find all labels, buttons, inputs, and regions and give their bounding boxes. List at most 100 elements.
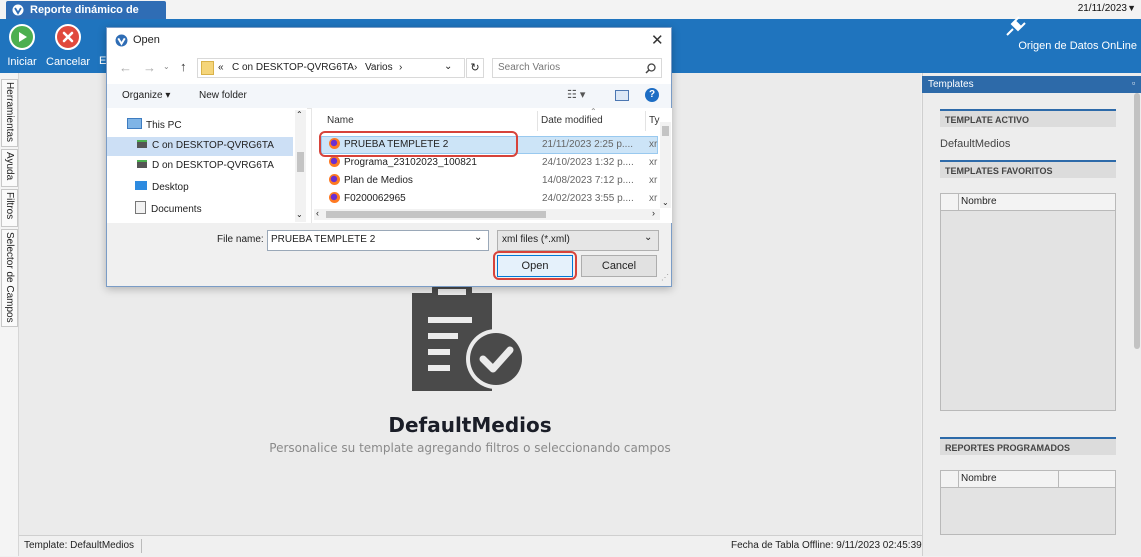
active-template-value: DefaultMedios [940,138,1011,150]
path-end-separator: › [399,62,403,73]
column-type[interactable]: Ty [649,115,660,126]
template-name-heading: DefaultMedios [388,413,552,437]
command-bar: Organize ▾ New folder ☷ ▾ ? [107,84,671,109]
file-row-type: xr [649,157,658,168]
play-icon [9,24,35,50]
nav-drive-c[interactable]: C on DESKTOP-QVRG6TA [137,140,274,151]
app-document-tab[interactable]: Reporte dinámico de medios [6,1,166,34]
file-row-type: xr [649,139,658,150]
file-row-name[interactable]: Plan de Medios [329,174,413,186]
nav-scrollbar[interactable]: ⌃ ⌄ [295,110,306,222]
dialog-bottom-area: File name: PRUEBA TEMPLETE 2 ⌄ xml files… [107,223,671,286]
scheduled-name-column[interactable]: Nombre [961,473,997,484]
file-row-name[interactable]: Programa_23102023_100821 [329,156,477,168]
network-drive-icon [137,160,147,168]
nav-this-pc[interactable]: This PC [127,118,182,131]
active-template-header: TEMPLATE ACTIVO [940,109,1116,127]
back-arrow-icon[interactable]: ← [119,60,132,75]
file-type-select[interactable]: xml files (*.xml) ⌄ [497,230,659,251]
filter-arrow-icon[interactable]: ▼ [1127,3,1136,13]
file-type-dropdown-icon[interactable]: ⌄ [644,232,652,243]
search-box[interactable]: Search Varios [492,58,662,78]
file-row-date: 14/08/2023 7:12 p.... [542,175,634,186]
nav-drive-d[interactable]: D on DESKTOP-QVRG6TA [137,160,274,171]
help-icon[interactable]: ? [645,88,659,102]
favorites-name-column[interactable]: Nombre [961,196,997,207]
panel-scrollbar[interactable] [1134,93,1140,349]
file-list: Name Date modified ⌃ Ty PRUEBA TEMPLETE … [311,107,672,223]
status-bar: Template: DefaultMedios Fecha de Tabla O… [19,535,922,557]
forward-arrow-icon[interactable]: → [143,60,156,75]
resize-grip[interactable]: ⋰ [661,273,669,282]
computer-icon [127,118,142,129]
start-button[interactable]: Iniciar [0,24,44,68]
file-name-input[interactable]: PRUEBA TEMPLETE 2 ⌄ [267,230,489,251]
app-logo-icon [12,4,24,16]
highlight-open-button [493,251,577,280]
panel-pin-icon[interactable]: ▫ [1132,78,1135,88]
cancel-button[interactable]: Cancel [581,255,657,277]
path-folder[interactable]: Varios [365,62,393,73]
organize-button[interactable]: Organize ▾ [122,90,170,101]
document-tab-strip [0,0,1141,20]
path-drive[interactable]: C on DESKTOP-QVRG6TA [232,62,354,73]
refresh-icon[interactable]: ↻ [466,58,484,78]
path-separator: › [354,62,358,73]
cancel-toolbar-button[interactable]: Cancelar [46,24,90,68]
top-date: 21/11/2023 [1077,3,1127,14]
file-list-horizontal-scrollbar[interactable]: ‹ › [314,208,660,220]
template-hint-text: Personalice su template agregando filtro… [269,441,671,455]
cancel-toolbar-label: Cancelar [46,56,91,68]
address-bar[interactable]: « C on DESKTOP-QVRG6TA › Varios › ⌄ [197,58,465,78]
file-list-vertical-scrollbar[interactable]: ⌄ [660,122,671,208]
sort-indicator-icon: ⌃ [590,107,597,116]
tab-herramientas[interactable]: Herramientas [1,79,18,147]
data-origin-button[interactable]: Origen de Datos OnLine [1018,40,1137,52]
preview-pane-icon[interactable] [615,90,629,101]
start-button-label: Iniciar [7,56,37,68]
new-folder-button[interactable]: New folder [199,90,247,101]
up-arrow-icon[interactable]: ↑ [180,59,187,74]
documents-icon [135,201,146,214]
nav-documents[interactable]: Documents [135,201,202,215]
firefox-file-icon [329,156,340,167]
address-dropdown-icon[interactable]: ⌄ [444,61,452,72]
favorite-templates-grid[interactable]: Nombre [940,193,1116,411]
highlight-selected-file [319,131,518,157]
status-divider [141,539,142,553]
file-row-date: 24/02/2023 3:55 p.... [542,193,634,204]
document-check-icon [412,285,526,391]
search-icon [645,63,656,74]
path-overflow[interactable]: « [218,62,224,73]
file-row-name[interactable]: F0200062965 [329,192,406,204]
dialog-title: Open [133,34,160,46]
file-type-value: xml files (*.xml) [502,234,570,245]
tab-ayuda[interactable]: Ayuda [1,149,18,187]
view-options-icon[interactable]: ☷ ▾ [567,88,585,101]
file-name-dropdown-icon[interactable]: ⌄ [474,232,482,243]
folder-icon [201,61,214,75]
desktop-icon [135,181,147,190]
file-row-type: xr [649,193,658,204]
favorite-templates-header: TEMPLATES FAVORITOS [940,160,1116,178]
file-name-label: File name: [217,234,264,245]
nav-desktop[interactable]: Desktop [135,181,189,193]
column-date-modified[interactable]: Date modified [541,115,603,126]
firefox-file-icon [329,174,340,185]
tab-filtros[interactable]: Filtros [1,189,18,227]
firefox-file-icon [329,192,340,203]
scheduled-reports-grid[interactable]: Nombre [940,470,1116,535]
file-row-date: 21/11/2023 2:25 p.... [542,139,634,150]
status-offline-date: Fecha de Tabla Offline: 9/11/2023 02:45:… [731,540,922,551]
status-template: Template: DefaultMedios [24,540,135,551]
navigation-row: ← → ⌄ ↑ « C on DESKTOP-QVRG6TA › Varios … [107,54,671,84]
file-row-type: xr [649,175,658,186]
dialog-close-icon[interactable]: ✕ [651,31,664,49]
plug-icon [1006,16,1026,36]
recent-locations-icon[interactable]: ⌄ [163,62,170,71]
column-name[interactable]: Name [327,115,354,126]
cancel-x-icon [55,24,81,50]
tab-selector-de-campos[interactable]: Selector de Campos [1,229,18,327]
templates-panel-header: Templates [922,76,1141,93]
scheduled-reports-header: REPORTES PROGRAMADOS [940,437,1116,455]
